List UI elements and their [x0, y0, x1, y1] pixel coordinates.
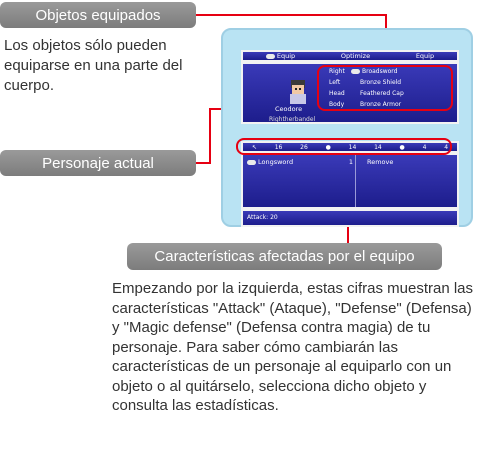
stats-description: Empezando por la izquierda, estas cifras… [112, 280, 474, 414]
equipped-items-label: Objetos equipados [0, 2, 196, 28]
list-divider [355, 155, 356, 207]
stats-affected-label: Características afectadas por el equipo [127, 243, 442, 270]
attack-info-panel: Attack: 20 [241, 209, 459, 227]
tab-optimize[interactable]: Optimize [341, 52, 370, 60]
highlight-equipped-items [317, 65, 453, 111]
equipped-items-description: Los objetos sólo pueden equiparse en una… [4, 37, 183, 94]
character-portrait-icon [290, 80, 306, 104]
list-item-count: 1 [348, 158, 353, 166]
connector-character-h1 [196, 162, 210, 164]
item-list-panel: Longsword 1 Remove [241, 153, 459, 209]
character-name: Ceodore [275, 105, 303, 113]
tab-equip-2[interactable]: Equip [416, 52, 434, 60]
highlight-stats-bar [236, 138, 452, 155]
remove-option[interactable]: Remove [367, 158, 393, 166]
hand-cursor-icon [265, 53, 275, 59]
character-job: Rightherbandel [269, 116, 316, 123]
game-screen: Equip Optimize Equip Ceodore Rightherban… [221, 28, 473, 227]
tab-equip[interactable]: Equip [265, 52, 295, 60]
attack-value: Attack: 20 [247, 214, 278, 221]
list-item-name: Longsword [258, 158, 294, 166]
connector-equipped-h [196, 14, 386, 16]
hand-cursor-icon [247, 159, 256, 165]
equip-tab-bar: Equip Optimize Equip [241, 50, 459, 62]
list-item[interactable]: Longsword 1 [247, 158, 353, 166]
connector-character-v [209, 108, 211, 164]
current-character-label: Personaje actual [0, 150, 196, 176]
